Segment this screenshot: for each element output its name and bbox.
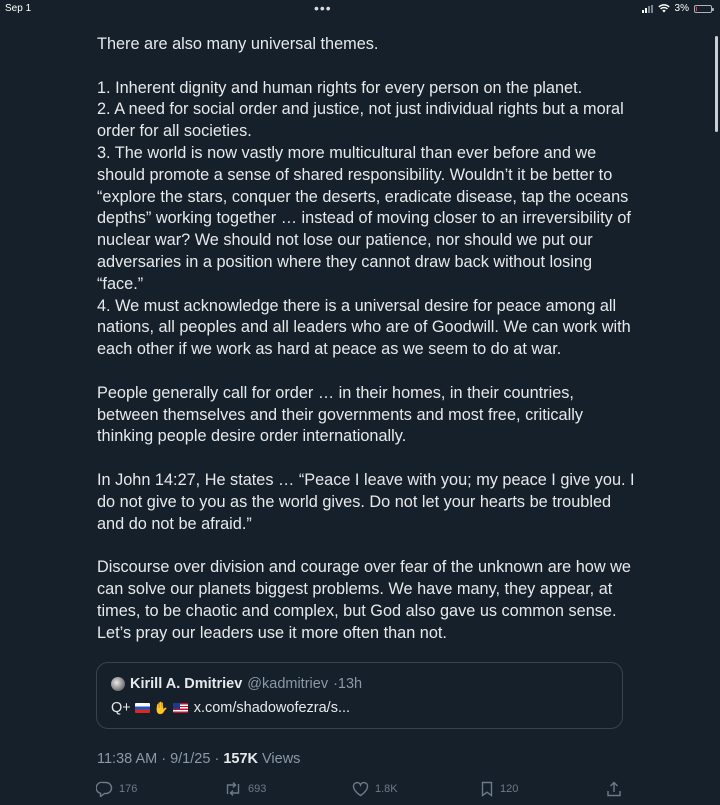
status-indicators: 3% [641, 3, 714, 14]
views-label: Views [257, 751, 301, 767]
action-bar: 176 693 1.8K 120 [96, 781, 626, 803]
battery-icon [694, 4, 714, 13]
quoted-tweet-time: ·13h [333, 676, 363, 692]
tweet-paragraph: Discourse over division and courage over… [97, 558, 631, 642]
repost-button[interactable]: 693 [224, 781, 266, 797]
tweet-paragraph: 2. A need for social order and justice, … [97, 100, 624, 141]
share-icon [607, 781, 621, 797]
meta-separator: · [210, 751, 224, 767]
quoted-tweet-body: Q+ ✋ x.com/shadowofezra/s... [111, 700, 350, 716]
reply-button[interactable]: 176 [96, 781, 137, 797]
battery-percent: 3% [674, 3, 689, 14]
bookmark-icon [481, 781, 493, 797]
quoted-prefix: Q+ [111, 700, 131, 716]
repost-count: 693 [248, 783, 267, 795]
tweet-paragraph: In John 14:27, He states … “Peace I leav… [97, 470, 635, 533]
like-icon [352, 781, 369, 797]
quoted-author-handle[interactable]: @kadmitriev [247, 676, 328, 692]
tweet-paragraph: 1. Inherent dignity and human rights for… [97, 78, 583, 97]
reply-count: 176 [119, 783, 138, 795]
tweet-paragraph: People generally call for order … in the… [97, 383, 583, 446]
handshake-icon: ✋ [153, 701, 169, 715]
tweet-text: There are also many universal themes. 1.… [97, 34, 637, 644]
reply-icon [96, 781, 113, 797]
meta-separator: · [157, 751, 171, 767]
share-button[interactable] [606, 781, 622, 797]
status-bar: Sep 1 ••• 3% [0, 0, 720, 18]
like-button[interactable]: 1.8K [352, 781, 398, 797]
views-count: 157K [223, 751, 258, 767]
status-date: Sep 1 [5, 3, 32, 14]
multitasking-dots-icon[interactable]: ••• [314, 0, 332, 16]
quoted-link[interactable]: x.com/shadowofezra/s... [194, 700, 350, 716]
avatar[interactable] [111, 677, 125, 691]
bookmark-button[interactable]: 120 [480, 781, 518, 797]
quoted-tweet-header: Kirill A. Dmitriev @kadmitriev ·13h [111, 676, 362, 692]
wifi-icon [657, 4, 670, 13]
tweet-paragraph: 3. The world is now vastly more multicul… [97, 143, 631, 293]
bookmark-count: 120 [500, 783, 519, 795]
quoted-tweet-card[interactable]: Kirill A. Dmitriev @kadmitriev ·13h Q+ ✋… [96, 662, 623, 729]
tweet-paragraph: There are also many universal themes. [97, 35, 379, 53]
tweet-time[interactable]: 11:38 AM [97, 751, 157, 767]
tweet-paragraph: 4. We must acknowledge there is a univer… [97, 296, 631, 359]
like-count: 1.8K [375, 783, 398, 795]
repost-icon [226, 782, 240, 796]
quoted-author-name[interactable]: Kirill A. Dmitriev [130, 676, 242, 692]
scrollbar[interactable] [715, 36, 718, 132]
flag-usa-icon [172, 703, 188, 713]
flag-russia-icon [134, 703, 150, 713]
tweet-date[interactable]: 9/1/25 [170, 751, 210, 767]
tweet-meta: 11:38 AM · 9/1/25 · 157K Views [97, 751, 300, 767]
signal-icon [641, 4, 653, 13]
